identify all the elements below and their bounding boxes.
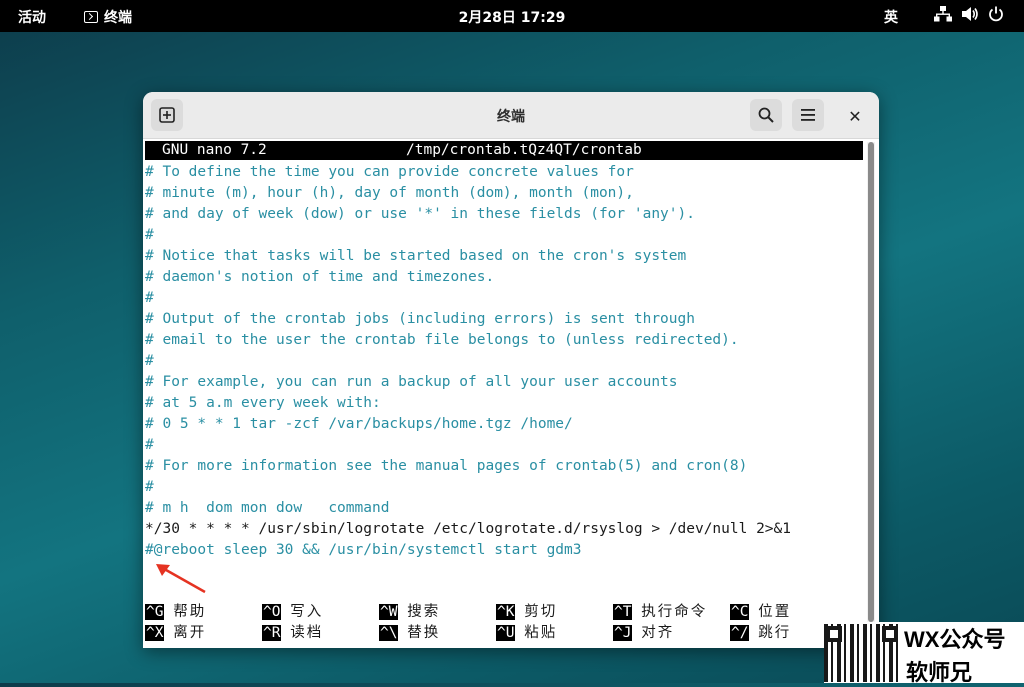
nano-filename: /tmp/crontab.tQz4QT/crontab — [406, 142, 642, 158]
title-bar: 终端 ✕ — [143, 92, 879, 139]
editor-line[interactable]: # Notice that tasks will be started base… — [145, 246, 686, 267]
shortcut-label: 替换 — [407, 625, 441, 641]
editor-line[interactable]: #@reboot sleep 30 && /usr/bin/systemctl … — [145, 540, 582, 561]
editor-line[interactable]: # — [145, 435, 154, 456]
editor-line[interactable]: # For more information see the manual pa… — [145, 456, 747, 477]
shortcut-key: ^W — [379, 604, 399, 620]
editor-line[interactable]: # — [145, 288, 154, 309]
shortcut-item: ^J 对齐 — [613, 624, 674, 643]
shortcut-key: ^\ — [379, 625, 399, 641]
nano-version: GNU nano 7.2 — [162, 142, 267, 158]
nano-header: GNU nano 7.2 /tmp/crontab.tQz4QT/crontab — [145, 141, 863, 160]
shortcut-key: ^G — [145, 604, 165, 620]
shortcut-label: 写入 — [290, 604, 324, 620]
new-tab-icon — [159, 107, 175, 123]
shortcut-key: ^C — [730, 604, 750, 620]
shortcut-label: 搜索 — [407, 604, 441, 620]
watermark-line-2: 软师兄 — [906, 660, 973, 685]
input-method-indicator[interactable]: 英 — [884, 7, 898, 27]
volume-icon — [962, 7, 978, 21]
clock[interactable]: 2月28日 17:29 — [459, 10, 566, 26]
editor-line[interactable]: # and day of week (dow) or use '*' in th… — [145, 204, 695, 225]
shortcut-key: ^X — [145, 625, 165, 641]
shortcut-key: ^/ — [730, 625, 750, 641]
editor-line[interactable]: # — [145, 225, 154, 246]
app-name: 终端 — [104, 10, 132, 26]
shortcut-label: 剪切 — [524, 604, 558, 620]
shortcut-label: 粘贴 — [524, 625, 558, 641]
scrollbar[interactable] — [867, 142, 875, 642]
menu-button[interactable] — [792, 99, 824, 131]
shortcut-item: ^T 执行命令 — [613, 603, 707, 622]
editor-line[interactable]: # daemon's notion of time and timezones. — [145, 267, 494, 288]
shortcut-label: 离开 — [173, 625, 207, 641]
shortcut-item: ^/ 跳行 — [730, 624, 791, 643]
terminal-content[interactable]: GNU nano 7.2 /tmp/crontab.tQz4QT/crontab… — [143, 139, 865, 648]
close-icon: ✕ — [848, 106, 862, 126]
shortcut-label: 执行命令 — [641, 604, 708, 620]
shortcut-key: ^J — [613, 625, 633, 641]
network-icon — [934, 6, 952, 22]
top-bar: 活动 终端 2月28日 17:29 英 — [0, 0, 1024, 32]
editor-line[interactable]: # m h dom mon dow command — [145, 498, 389, 519]
shortcut-item: ^K 剪切 — [496, 603, 557, 622]
shortcut-label: 跳行 — [758, 625, 792, 641]
editor-line[interactable]: # 0 5 * * 1 tar -zcf /var/backups/home.t… — [145, 414, 573, 435]
editor-line[interactable]: # Output of the crontab jobs (including … — [145, 309, 695, 330]
shortcut-item: ^U 粘贴 — [496, 624, 557, 643]
new-tab-button[interactable] — [151, 99, 183, 131]
shortcut-key: ^O — [262, 604, 282, 620]
shortcut-item: ^X 离开 — [145, 624, 206, 643]
search-icon — [758, 107, 774, 123]
power-icon — [989, 6, 1003, 22]
shortcut-item: ^C 位置 — [730, 603, 791, 622]
editor-line[interactable]: # — [145, 477, 154, 498]
shortcut-key: ^T — [613, 604, 633, 620]
shortcut-key: ^R — [262, 625, 282, 641]
editor-line[interactable]: # at 5 a.m every week with: — [145, 393, 381, 414]
shortcut-label: 读档 — [290, 625, 324, 641]
editor-line[interactable]: # — [145, 351, 154, 372]
system-menu[interactable] — [934, 6, 1004, 22]
scrollbar-thumb[interactable] — [868, 142, 874, 622]
editor-line[interactable]: */30 * * * * /usr/sbin/logrotate /etc/lo… — [145, 519, 791, 540]
editor-line[interactable]: # minute (m), hour (h), day of month (do… — [145, 183, 634, 204]
shortcut-item: ^W 搜索 — [379, 603, 440, 622]
shortcut-item: ^\ 替换 — [379, 624, 440, 643]
close-button[interactable]: ✕ — [843, 104, 867, 128]
shortcut-label: 对齐 — [641, 625, 675, 641]
editor-line[interactable]: # To define the time you can provide con… — [145, 162, 634, 183]
shortcut-label: 位置 — [758, 604, 792, 620]
activities-button[interactable]: 活动 — [18, 7, 46, 27]
shortcut-item: ^G 帮助 — [145, 603, 206, 622]
shortcut-key: ^U — [496, 625, 516, 641]
terminal-window: 终端 ✕ GNU nano 7.2 /tmp/crontab.tQz4QT/cr… — [143, 92, 879, 648]
search-button[interactable] — [750, 99, 782, 131]
terminal-icon — [84, 11, 98, 23]
watermark: WX公众号 软师兄 — [824, 622, 1024, 685]
shortcut-label: 帮助 — [173, 604, 207, 620]
menu-icon — [801, 109, 815, 121]
editor-line[interactable]: # email to the user the crontab file bel… — [145, 330, 739, 351]
annotation-arrow — [156, 564, 206, 594]
shortcut-item: ^O 写入 — [262, 603, 323, 622]
editor-line[interactable]: # For example, you can run a backup of a… — [145, 372, 678, 393]
app-menu[interactable]: 终端 — [84, 7, 132, 27]
qr-code — [824, 624, 900, 682]
watermark-line-1: WX公众号 — [904, 627, 1006, 652]
shortcut-key: ^K — [496, 604, 516, 620]
shortcut-item: ^R 读档 — [262, 624, 323, 643]
